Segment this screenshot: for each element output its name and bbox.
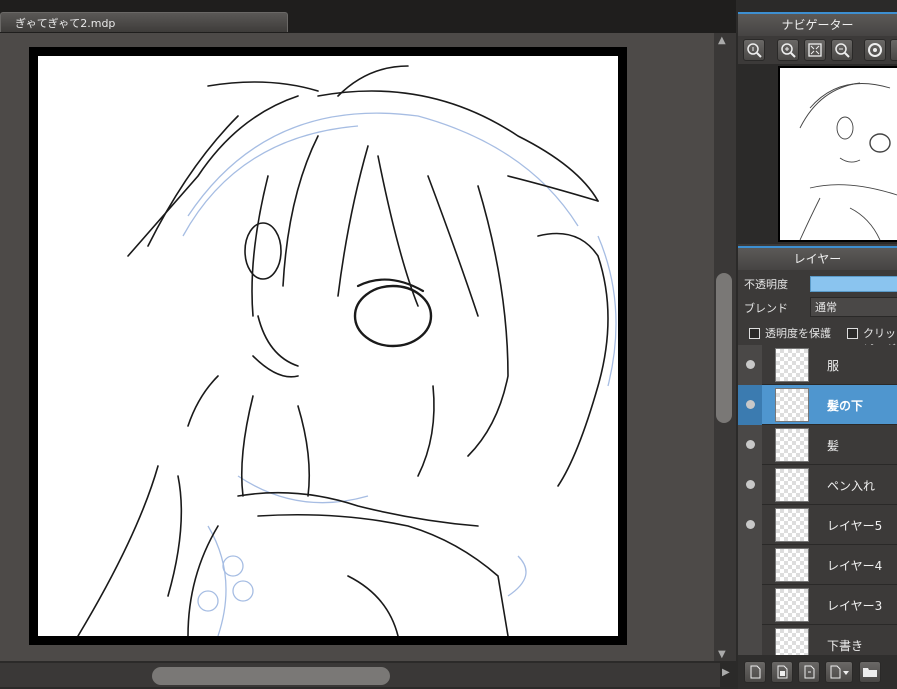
layer-row[interactable]: ペン入れ (738, 465, 897, 505)
horizontal-scroll-thumb[interactable] (152, 667, 390, 685)
layer-row[interactable]: 下書き (738, 625, 897, 655)
layer-name: ペン入れ (827, 479, 876, 493)
opacity-slider[interactable] (810, 276, 897, 292)
layer-row[interactable]: 服 (738, 345, 897, 385)
scroll-up-icon[interactable]: ▲ (718, 35, 726, 46)
blend-mode-select[interactable]: 通常 (810, 297, 897, 317)
navigator-thumbnail (778, 66, 897, 242)
visibility-toggle[interactable] (738, 345, 762, 385)
navigator-header: ナビゲーター (738, 12, 897, 36)
canvas-area[interactable] (0, 33, 720, 661)
document-tab-title: ぎゃてぎゃて2.mdp (15, 17, 116, 30)
visibility-toggle[interactable] (738, 385, 762, 425)
layer-row[interactable]: 髪の下 (738, 385, 897, 425)
visibility-toggle[interactable] (738, 585, 762, 625)
scroll-right-icon[interactable]: ▶ (722, 667, 730, 678)
layer-thumbnail (775, 348, 809, 382)
visibility-toggle[interactable] (738, 425, 762, 465)
zoom-in-icon[interactable] (777, 39, 799, 61)
eye-icon[interactable] (746, 480, 755, 489)
horizontal-scroll-track[interactable] (0, 663, 720, 687)
layer-list: 服 髪の下 髪 ペン入れ レイヤー5 レイヤー4 レイヤー3 下書き (738, 345, 897, 655)
visibility-toggle[interactable] (738, 465, 762, 505)
eye-icon[interactable] (746, 360, 755, 369)
new-raster-layer-icon[interactable] (771, 661, 793, 683)
add-layer-menu-icon[interactable] (825, 661, 853, 683)
layer-row[interactable]: 髪 (738, 425, 897, 465)
opacity-label: 不透明度 (744, 278, 788, 291)
drawing-canvas[interactable] (38, 56, 618, 636)
layer-name: 下書き (827, 639, 864, 653)
horizontal-scrollbar[interactable]: ▶ (0, 661, 736, 689)
vertical-scrollbar[interactable]: ▲ ▼ (714, 33, 736, 661)
protect-alpha-checkbox[interactable] (749, 328, 760, 339)
layer-name: レイヤー4 (827, 559, 883, 573)
layer-name: 髪 (827, 439, 840, 453)
right-panel: ナビゲーター レイヤー 不透明度 ブレンド 通常 透明度を保護 クリッ 服 髪の… (738, 12, 897, 689)
layer-name: 服 (827, 359, 840, 373)
eye-icon[interactable] (746, 520, 755, 529)
rotate-icon[interactable] (864, 39, 886, 61)
vertical-scroll-thumb[interactable] (716, 273, 732, 423)
layer-toolbar (738, 655, 897, 689)
visibility-toggle[interactable] (738, 625, 762, 655)
new-layer-icon[interactable] (744, 661, 766, 683)
duplicate-layer-icon[interactable] (798, 661, 820, 683)
eye-icon[interactable] (746, 440, 755, 449)
zoom-out-icon[interactable] (831, 39, 853, 61)
layer-thumbnail (775, 508, 809, 542)
scroll-down-icon[interactable]: ▼ (718, 649, 726, 660)
folder-icon[interactable] (859, 661, 881, 683)
fit-window-icon[interactable] (804, 39, 826, 61)
eye-icon[interactable] (746, 400, 755, 409)
document-tab-strip: ぎゃてぎゃて2.mdp (0, 0, 736, 36)
visibility-toggle[interactable] (738, 505, 762, 545)
blend-mode-value: 通常 (815, 301, 837, 314)
document-tab[interactable]: ぎゃてぎゃて2.mdp (0, 12, 288, 32)
layer-thumbnail (775, 428, 809, 462)
more-icon[interactable] (890, 39, 897, 61)
line-art-drawing (77, 65, 617, 636)
protect-alpha-label: 透明度を保護 (765, 327, 831, 340)
layer-thumbnail (775, 468, 809, 502)
layer-panel-header: レイヤー (738, 246, 897, 270)
zoom-actual-icon[interactable] (743, 39, 765, 61)
layer-row[interactable]: レイヤー3 (738, 585, 897, 625)
layer-thumbnail (775, 548, 809, 582)
layer-name: レイヤー3 (827, 599, 883, 613)
clipping-checkbox[interactable] (847, 328, 858, 339)
blend-label: ブレンド (744, 302, 788, 315)
navigator-preview[interactable] (738, 64, 897, 244)
layer-row[interactable]: レイヤー4 (738, 545, 897, 585)
layer-thumbnail (775, 588, 809, 622)
visibility-toggle[interactable] (738, 545, 762, 585)
layer-name: レイヤー5 (827, 519, 883, 533)
layer-thumbnail (775, 628, 809, 655)
layer-name: 髪の下 (827, 399, 864, 413)
layer-row[interactable]: レイヤー5 (738, 505, 897, 545)
artboard[interactable] (29, 47, 627, 645)
navigator-toolbar (738, 36, 897, 64)
layer-thumbnail (775, 388, 809, 422)
